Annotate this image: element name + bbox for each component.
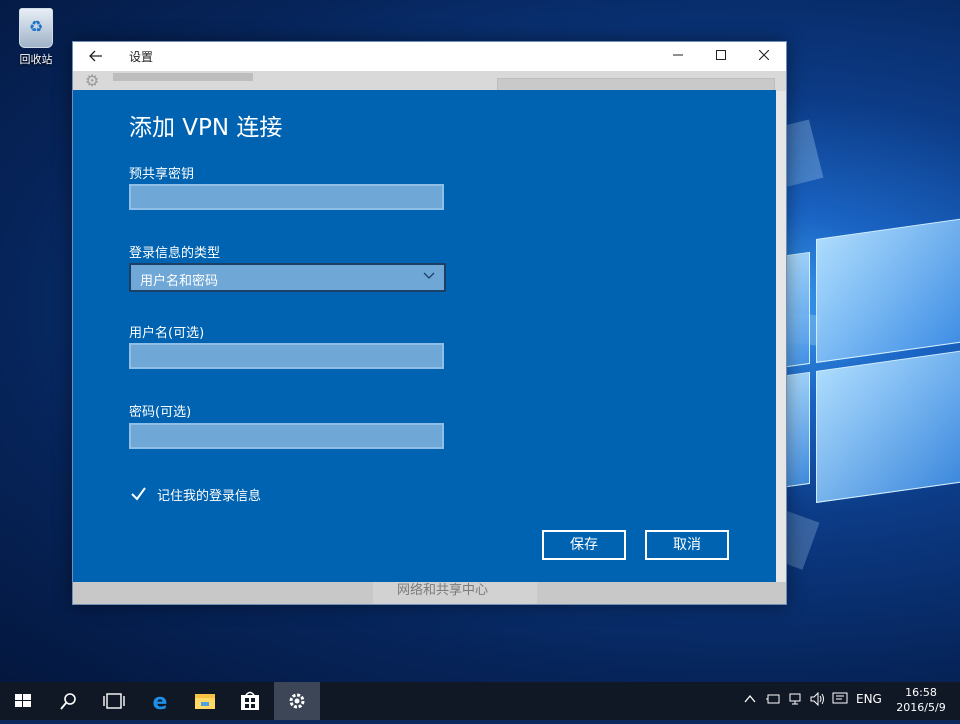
edge-icon: e	[153, 690, 168, 715]
search-icon	[60, 693, 76, 710]
windows-logo-wallpaper	[786, 203, 960, 507]
background-footer: 网络和共享中心	[73, 582, 786, 604]
task-view-button[interactable]	[91, 682, 137, 720]
clock-date: 2016/5/9	[896, 701, 946, 714]
signin-type-value: 用户名和密码	[140, 274, 219, 289]
file-explorer-icon	[195, 694, 215, 709]
save-button[interactable]: 保存	[542, 530, 626, 560]
dialog-title: 添加 VPN 连接	[129, 115, 283, 141]
edge-button[interactable]: e	[137, 682, 183, 720]
settings-icon	[289, 693, 305, 709]
recycle-bin-icon	[19, 8, 53, 48]
recycle-bin-label: 回收站	[19, 53, 53, 66]
username-input[interactable]	[129, 343, 444, 369]
clock-time: 16:58	[905, 686, 937, 699]
remember-label: 记住我的登录信息	[157, 489, 262, 504]
gear-icon: ⚙	[85, 71, 100, 90]
signin-type-label: 登录信息的类型	[129, 246, 221, 261]
store-button[interactable]	[227, 682, 273, 720]
task-view-icon	[103, 693, 125, 709]
minimize-button[interactable]	[656, 42, 700, 71]
add-vpn-dialog: 添加 VPN 连接 预共享密钥 登录信息的类型 用户名和密码 用户名(可选) 密…	[73, 90, 776, 582]
remember-checkbox[interactable]	[130, 485, 147, 502]
close-icon	[758, 49, 770, 61]
settings-button[interactable]	[274, 682, 320, 720]
window-title: 设置	[129, 50, 154, 64]
taskbar: e ENG 16:58 2016/5/9	[0, 682, 960, 720]
minimize-icon	[673, 54, 683, 56]
svg-text:e: e	[153, 690, 168, 715]
clock[interactable]: 16:58 2016/5/9	[890, 685, 952, 715]
password-label: 密码(可选)	[129, 405, 192, 420]
start-icon	[15, 694, 31, 707]
network-sharing-center-link[interactable]: 网络和共享中心	[373, 582, 537, 604]
close-button[interactable]	[742, 42, 786, 71]
maximize-button[interactable]	[699, 42, 743, 71]
signin-type-dropdown[interactable]: 用户名和密码	[129, 263, 446, 292]
volume-icon[interactable]	[810, 691, 826, 709]
settings-window: 设置 ⚙ 网络和共享中心 添加 VPN 连接 预共享密钥 登录信息的类型 用户名…	[72, 41, 787, 605]
cancel-button[interactable]: 取消	[645, 530, 729, 560]
password-input[interactable]	[129, 423, 444, 449]
back-button[interactable]	[83, 45, 109, 67]
background-settings-header: ⚙	[73, 71, 786, 93]
search-button[interactable]	[46, 682, 92, 720]
maximize-icon	[716, 50, 726, 60]
chevron-down-icon	[423, 272, 435, 279]
title-bar: 设置	[73, 42, 786, 71]
psk-input[interactable]	[129, 184, 444, 210]
background-page-title	[113, 73, 253, 81]
action-center-icon[interactable]	[832, 692, 848, 709]
psk-label: 预共享密钥	[129, 167, 195, 182]
store-icon	[241, 691, 259, 710]
start-button[interactable]	[0, 682, 46, 720]
file-explorer-button[interactable]	[182, 682, 228, 720]
language-indicator[interactable]: ENG	[856, 692, 882, 706]
back-arrow-icon	[89, 50, 102, 62]
network-icon[interactable]	[788, 692, 804, 709]
chevron-up-icon[interactable]	[743, 692, 757, 709]
power-icon[interactable]	[765, 692, 781, 709]
recycle-bin[interactable]: 回收站	[12, 8, 60, 67]
username-label: 用户名(可选)	[129, 326, 205, 341]
